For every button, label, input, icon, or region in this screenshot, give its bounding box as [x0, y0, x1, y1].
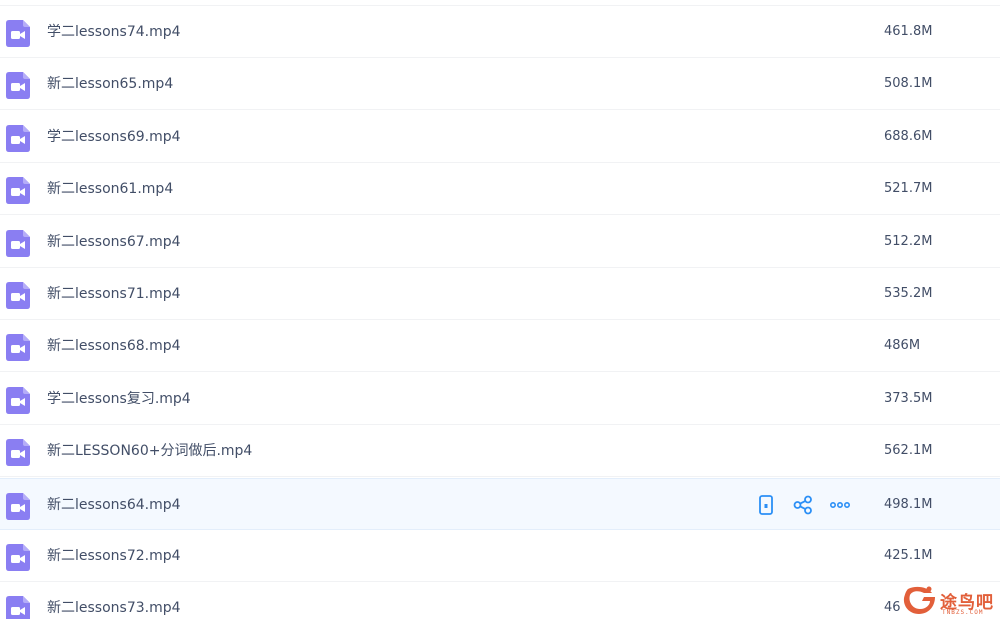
file-size: 508.1M	[884, 76, 933, 92]
file-size: 373.5M	[884, 390, 933, 406]
video-file-icon	[6, 386, 30, 414]
file-name-link[interactable]: 新二lessons64.mp4	[47, 495, 181, 515]
file-size: 46	[884, 600, 901, 616]
table-row[interactable]: 新二lessons68.mp4 486M	[0, 320, 1000, 373]
file-name-link[interactable]: 新二lessons68.mp4	[47, 336, 181, 356]
row-actions	[755, 494, 851, 516]
file-size: 498.1M	[884, 496, 933, 512]
video-file-icon	[6, 20, 30, 47]
more-icon[interactable]	[829, 494, 851, 516]
video-file-icon	[6, 229, 30, 257]
file-size: 486M	[884, 338, 921, 354]
table-row[interactable]: 新二lessons67.mp4 512.2M	[0, 216, 1000, 268]
table-row[interactable]: 新二lessons71.mp4 535.2M	[0, 268, 1000, 320]
table-row[interactable]: 新二lesson65.mp4 508.1M	[0, 58, 1000, 111]
file-name-link[interactable]: 新二lessons71.mp4	[47, 284, 181, 304]
table-row[interactable]: 学二lessons74.mp4 461.8M	[0, 6, 1000, 58]
video-file-icon	[6, 544, 30, 571]
video-file-icon	[6, 596, 30, 619]
watermark: 途鸟吧 TNBZS.COM	[900, 583, 996, 617]
video-file-icon	[6, 72, 30, 100]
video-file-icon	[6, 439, 30, 467]
table-row[interactable]: 新二lesson61.mp4 521.7M	[0, 163, 1000, 216]
table-row[interactable]: 新二lessons73.mp4 46	[0, 582, 1000, 619]
file-size: 535.2M	[884, 286, 933, 301]
video-file-icon	[6, 124, 30, 152]
file-size: 461.8M	[884, 24, 933, 39]
watermark-subtext: TNBZS.COM	[942, 609, 984, 616]
phone-icon[interactable]	[755, 494, 777, 516]
file-name-link[interactable]: 新二lesson65.mp4	[47, 74, 173, 94]
file-name-link[interactable]: 新二lessons67.mp4	[47, 232, 181, 252]
file-size: 521.7M	[884, 181, 933, 197]
file-name-link[interactable]: 新二lessons72.mp4	[47, 546, 181, 566]
video-file-icon	[6, 492, 30, 520]
table-row[interactable]: 新二LESSON60+分词做后.mp4 562.1M	[0, 425, 1000, 478]
file-size: 512.2M	[884, 233, 933, 249]
table-row[interactable]: 新二lessons64.mp4 498.1M	[0, 477, 1000, 530]
file-name-link[interactable]: 学二lessons69.mp4	[47, 127, 181, 147]
watermark-logo-icon	[903, 586, 935, 614]
file-size: 562.1M	[884, 443, 933, 459]
file-name-link[interactable]: 学二lessons复习.mp4	[47, 389, 191, 409]
video-file-icon	[6, 334, 30, 362]
share-icon[interactable]	[792, 494, 814, 516]
file-size: 688.6M	[884, 128, 933, 144]
video-file-icon	[6, 282, 30, 309]
table-row[interactable]: 学二lessons69.mp4 688.6M	[0, 111, 1000, 163]
file-name-link[interactable]: 新二lesson61.mp4	[47, 179, 173, 199]
file-size: 425.1M	[884, 548, 933, 563]
file-name-link[interactable]: 新二LESSON60+分词做后.mp4	[47, 441, 252, 461]
file-name-link[interactable]: 新二lessons73.mp4	[47, 598, 181, 618]
table-row[interactable]: 学二lessons复习.mp4 373.5M	[0, 373, 1000, 425]
video-file-icon	[6, 177, 30, 205]
file-list: 学二lessons74.mp4 461.8M 新二lesson65.mp4 508.1…	[0, 0, 1000, 619]
table-row[interactable]: 新二lessons72.mp4 425.1M	[0, 530, 1000, 582]
file-name-link[interactable]: 学二lessons74.mp4	[47, 22, 181, 42]
